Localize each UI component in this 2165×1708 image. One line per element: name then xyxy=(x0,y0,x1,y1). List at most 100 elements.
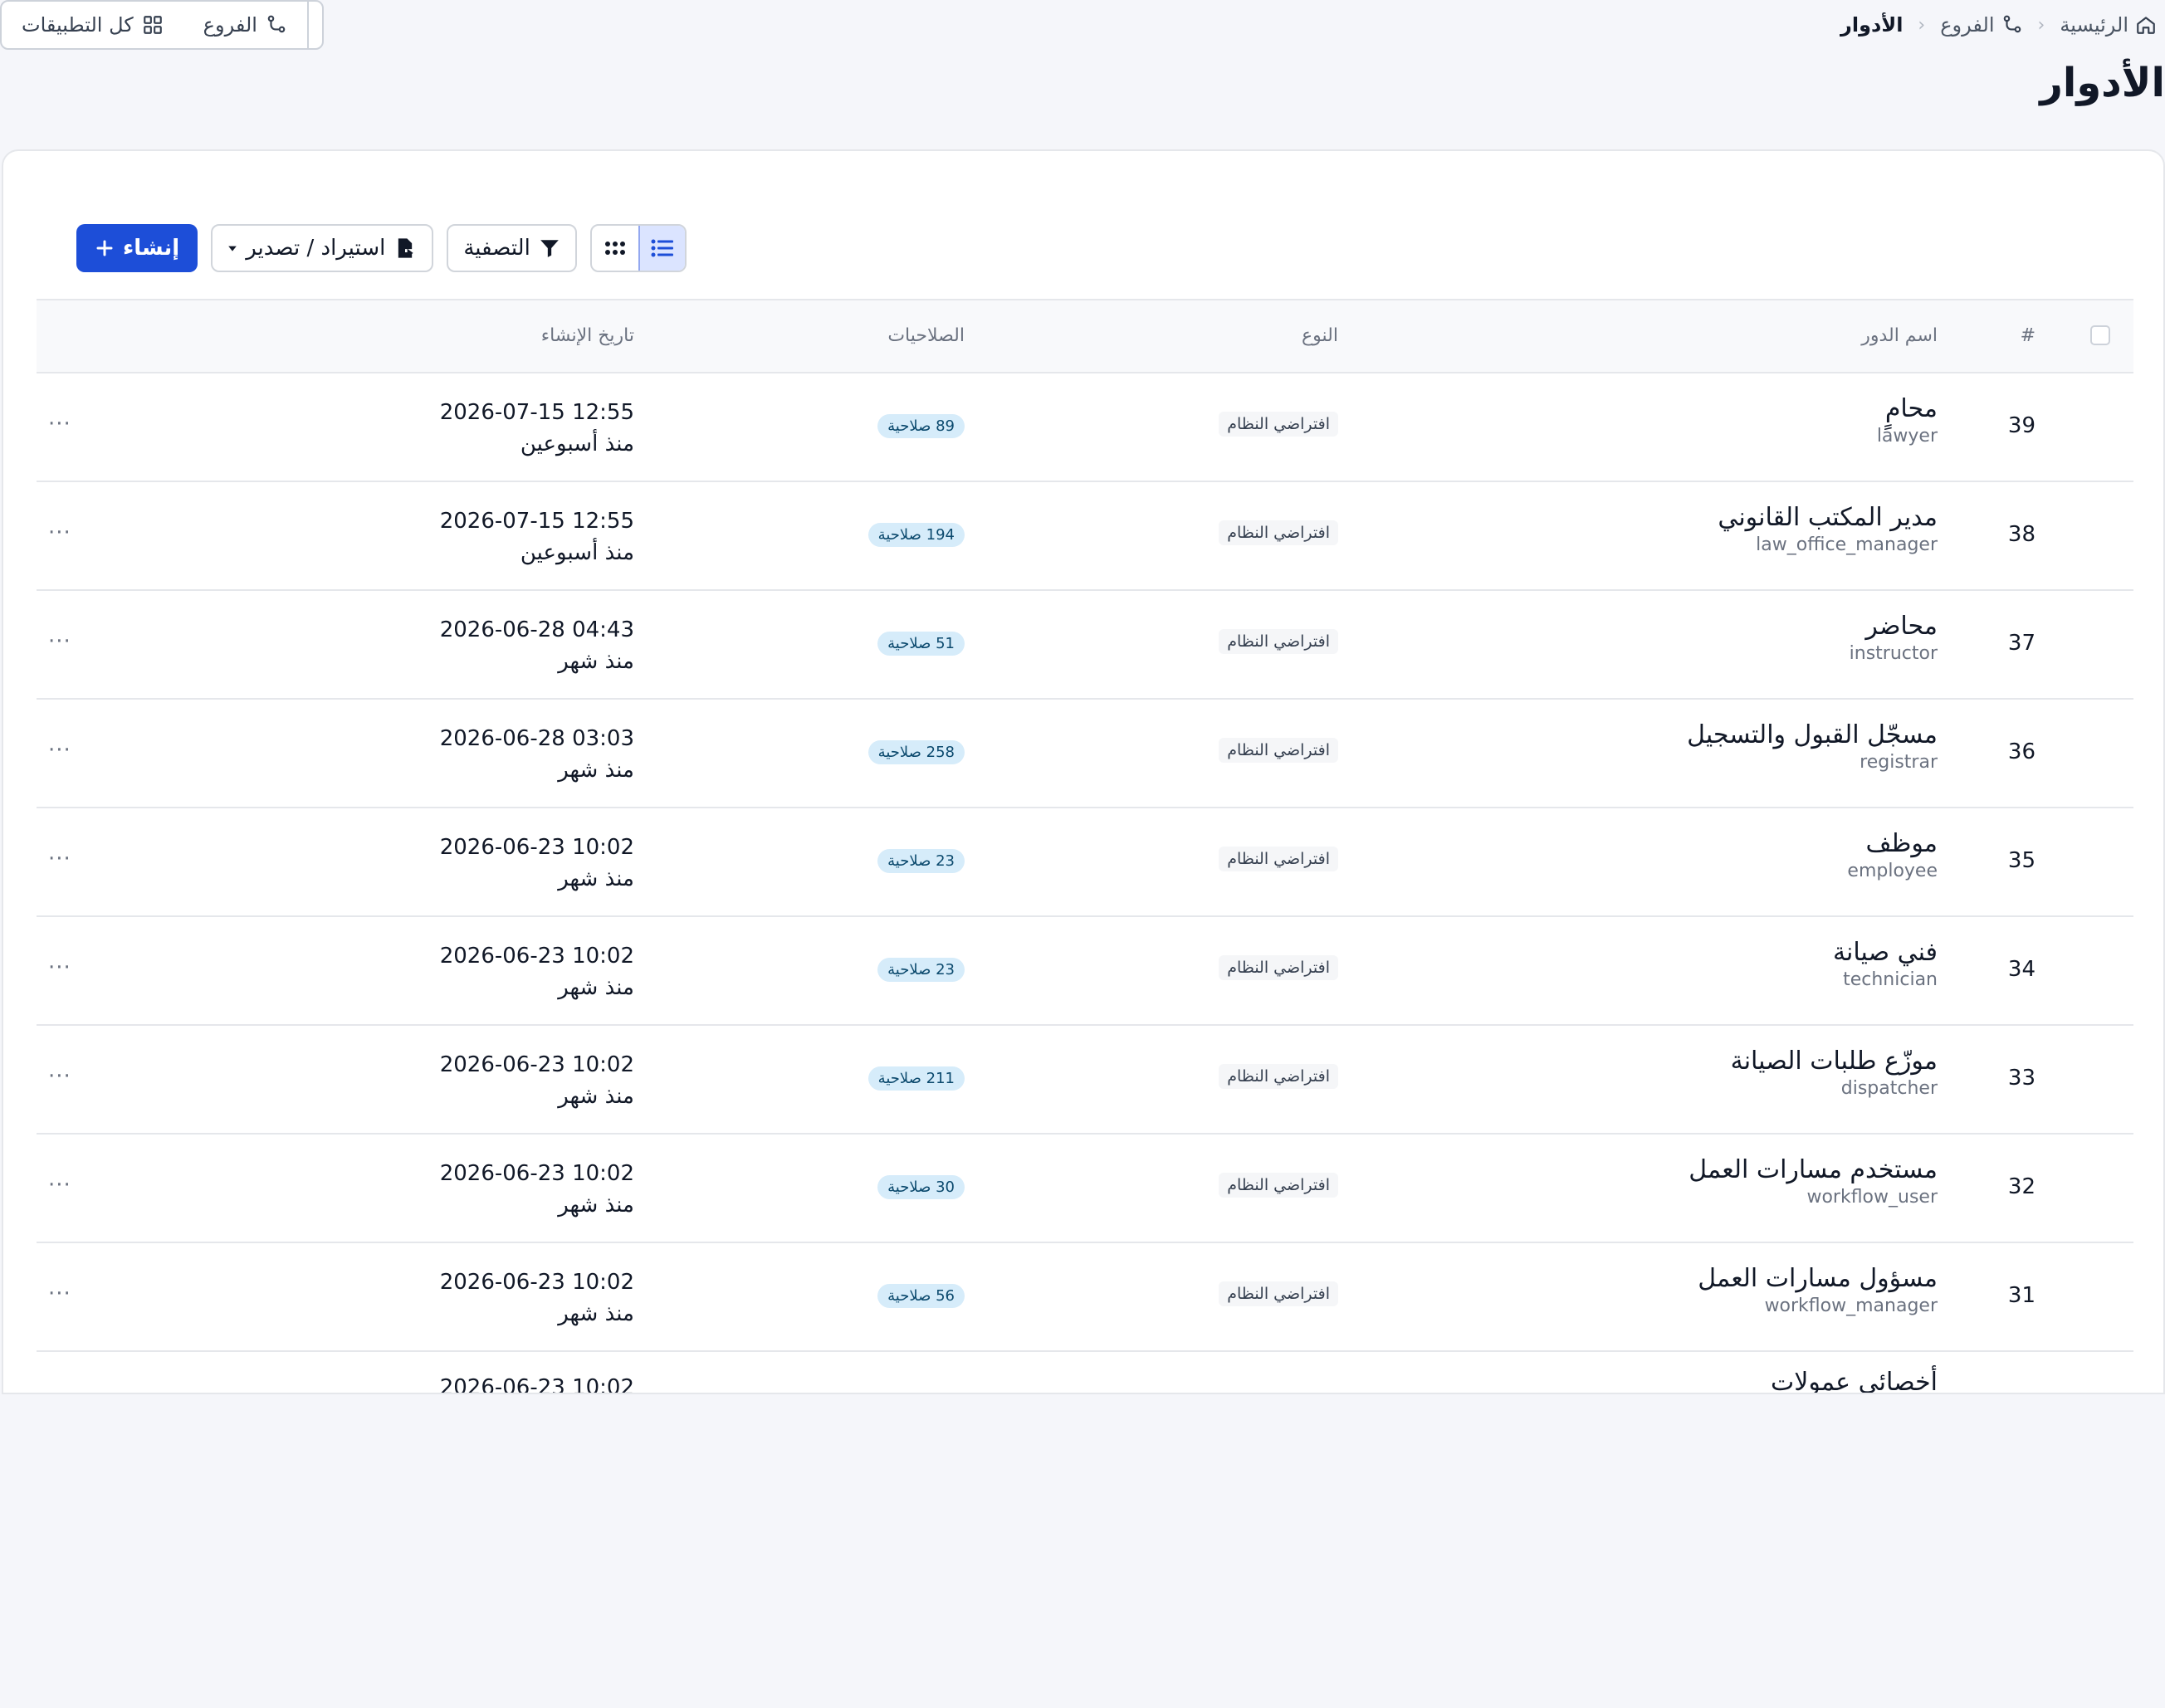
permissions-cell: 211 صلاحية xyxy=(867,1066,965,1091)
table-row[interactable]: 38 مدير المكتب القانوني law_office_manag… xyxy=(37,482,2133,591)
role-title: أخصائي عمولات xyxy=(1770,1368,1938,1394)
date-relative: منذ شهر xyxy=(558,1084,634,1109)
table-row[interactable]: 32 مستخدم مسارات العمل workflow_user افت… xyxy=(37,1135,2133,1243)
type-badge: افتراضي النظام xyxy=(1219,738,1338,763)
date-relative: منذ شهر xyxy=(558,866,634,891)
date-main: 2026-06-28 03:03 xyxy=(439,726,634,751)
role-name: أخصائي عمولات xyxy=(1770,1367,1938,1394)
roles-card: إنشاء استيراد / تصدير التصفية # اسم الدو… xyxy=(2,149,2165,1394)
import-export-button[interactable]: استيراد / تصدير xyxy=(211,224,434,272)
breadcrumb-separator: ‹ xyxy=(1918,14,1926,36)
branches-button[interactable]: الفروع xyxy=(183,2,309,48)
type-badge-cell: افتراضي النظام xyxy=(1219,629,1338,654)
date-main: 2026-07-15 12:55 xyxy=(439,509,634,534)
grid-icon xyxy=(142,14,164,36)
type-badge: افتراضي النظام xyxy=(1219,1064,1338,1089)
filter-button[interactable]: التصفية xyxy=(447,224,577,272)
date-main: 2026-06-23 10:02 xyxy=(439,1270,634,1295)
permissions-badge: 23 صلاحية xyxy=(877,958,965,982)
date-relative: منذ أسبوعين xyxy=(520,540,634,565)
role-key: workflow_user xyxy=(1806,1187,1938,1208)
permissions-badge: 258 صلاحية xyxy=(867,740,965,764)
role-name: مدير المكتب القانوني law_office_manager xyxy=(1718,502,1938,557)
table-row[interactable]: 37 محاضر instructor افتراضي النظام 51 صل… xyxy=(37,591,2133,700)
grid-view-button[interactable] xyxy=(592,226,638,271)
type-badge-cell: افتراضي النظام xyxy=(1219,955,1338,980)
role-title: فني صيانة xyxy=(1832,938,1938,967)
breadcrumb-home-label: الرئيسية xyxy=(2060,13,2128,37)
row-actions-button[interactable]: ··· xyxy=(48,1064,71,1089)
permissions-badge: 89 صلاحية xyxy=(877,414,965,438)
type-badge: افتراضي النظام xyxy=(1219,520,1338,545)
role-key: law_office_manager xyxy=(1756,534,1938,555)
table-row[interactable]: أخصائي عمولات 2026-06-23 10:02 xyxy=(37,1352,2133,1394)
header-name[interactable]: اسم الدور xyxy=(1861,325,1938,346)
role-key: registrar xyxy=(1860,752,1938,773)
type-badge-cell: افتراضي النظام xyxy=(1219,1064,1338,1089)
role-title: مدير المكتب القانوني xyxy=(1718,503,1938,532)
table-body: 39 محامٍ lawyer افتراضي النظام 89 صلاحية… xyxy=(37,373,2133,1352)
row-actions-button[interactable]: ··· xyxy=(48,955,71,980)
permissions-cell: 51 صلاحية xyxy=(877,632,965,656)
list-view-button[interactable] xyxy=(638,226,685,271)
date-main: 2026-06-23 10:02 xyxy=(439,1375,634,1394)
select-all-checkbox[interactable] xyxy=(2090,325,2110,350)
breadcrumb-branches[interactable]: الفروع xyxy=(1940,13,2022,37)
role-name: مستخدم مسارات العمل workflow_user xyxy=(1689,1154,1938,1209)
date-main: 2026-06-23 10:02 xyxy=(439,835,634,860)
row-number: 39 xyxy=(2007,413,2035,438)
breadcrumb-branches-label: الفروع xyxy=(1940,13,1995,37)
row-actions-button[interactable]: ··· xyxy=(48,629,71,654)
top-button-group: كل التطبيقات الفروع xyxy=(0,0,324,50)
plus-icon xyxy=(95,238,115,258)
date-relative: منذ شهر xyxy=(558,975,634,1000)
role-key: employee xyxy=(1847,861,1938,881)
row-actions-button[interactable]: ··· xyxy=(48,1281,71,1306)
created-date: 2026-06-23 10:02 منذ شهر xyxy=(440,1158,634,1221)
date-relative: منذ أسبوعين xyxy=(520,432,634,456)
create-label: إنشاء xyxy=(123,236,180,261)
row-actions-button[interactable]: ··· xyxy=(48,412,71,437)
role-key: lawyer xyxy=(1876,426,1938,447)
date-main: 2026-06-23 10:02 xyxy=(439,1161,634,1186)
permissions-badge: 23 صلاحية xyxy=(877,849,965,873)
type-badge: افتراضي النظام xyxy=(1219,847,1338,871)
table-row[interactable]: 36 مسجّل القبول والتسجيل registrar افترا… xyxy=(37,700,2133,808)
row-actions-button[interactable]: ··· xyxy=(48,847,71,871)
created-date: 2026-06-23 10:02 منذ شهر xyxy=(440,940,634,1003)
header-num: # xyxy=(2020,325,2035,346)
row-actions-button[interactable]: ··· xyxy=(48,1173,71,1198)
permissions-cell: 89 صلاحية xyxy=(877,414,965,438)
home-icon xyxy=(2135,14,2157,36)
created-date: 2026-06-23 10:02 xyxy=(439,1372,634,1394)
date-relative: منذ شهر xyxy=(558,758,634,783)
date-main: 2026-06-23 10:02 xyxy=(439,1052,634,1077)
permissions-cell: 56 صلاحية xyxy=(877,1284,965,1308)
table-row[interactable]: 33 موزّع طلبات الصيانة dispatcher افتراض… xyxy=(37,1026,2133,1135)
type-badge-cell: افتراضي النظام xyxy=(1219,738,1338,763)
breadcrumb-home[interactable]: الرئيسية xyxy=(2060,13,2157,37)
role-key: dispatcher xyxy=(1840,1078,1938,1099)
all-apps-button[interactable]: كل التطبيقات xyxy=(2,2,183,48)
permissions-cell: 23 صلاحية xyxy=(877,958,965,982)
row-actions-button[interactable]: ··· xyxy=(48,738,71,763)
table-row[interactable]: 39 محامٍ lawyer افتراضي النظام 89 صلاحية… xyxy=(37,373,2133,482)
table-row[interactable]: 31 مسؤول مسارات العمل workflow_manager ا… xyxy=(37,1243,2133,1352)
header-permissions[interactable]: الصلاحيات xyxy=(887,325,965,346)
create-button[interactable]: إنشاء xyxy=(76,224,198,272)
breadcrumb: الرئيسية ‹ الفروع ‹ الأدوار xyxy=(1840,7,2157,43)
date-relative: منذ شهر xyxy=(558,649,634,674)
date-main: 2026-06-28 04:43 xyxy=(439,617,634,642)
header-type[interactable]: النوع xyxy=(1302,325,1338,346)
permissions-cell: 258 صلاحية xyxy=(867,740,965,764)
header-created[interactable]: تاريخ الإنشاء xyxy=(541,325,634,346)
table-row[interactable]: 35 موظف employee افتراضي النظام 23 صلاحي… xyxy=(37,808,2133,917)
row-number: 38 xyxy=(2007,522,2035,547)
table-row[interactable]: 34 فني صيانة technician افتراضي النظام 2… xyxy=(37,917,2133,1026)
role-title: مسؤول مسارات العمل xyxy=(1698,1264,1938,1293)
permissions-cell: 23 صلاحية xyxy=(877,849,965,873)
dots-grid-icon xyxy=(604,240,626,256)
role-name: موظف employee xyxy=(1847,828,1938,883)
row-actions-button[interactable]: ··· xyxy=(48,520,71,545)
row-number: 32 xyxy=(2007,1174,2035,1199)
